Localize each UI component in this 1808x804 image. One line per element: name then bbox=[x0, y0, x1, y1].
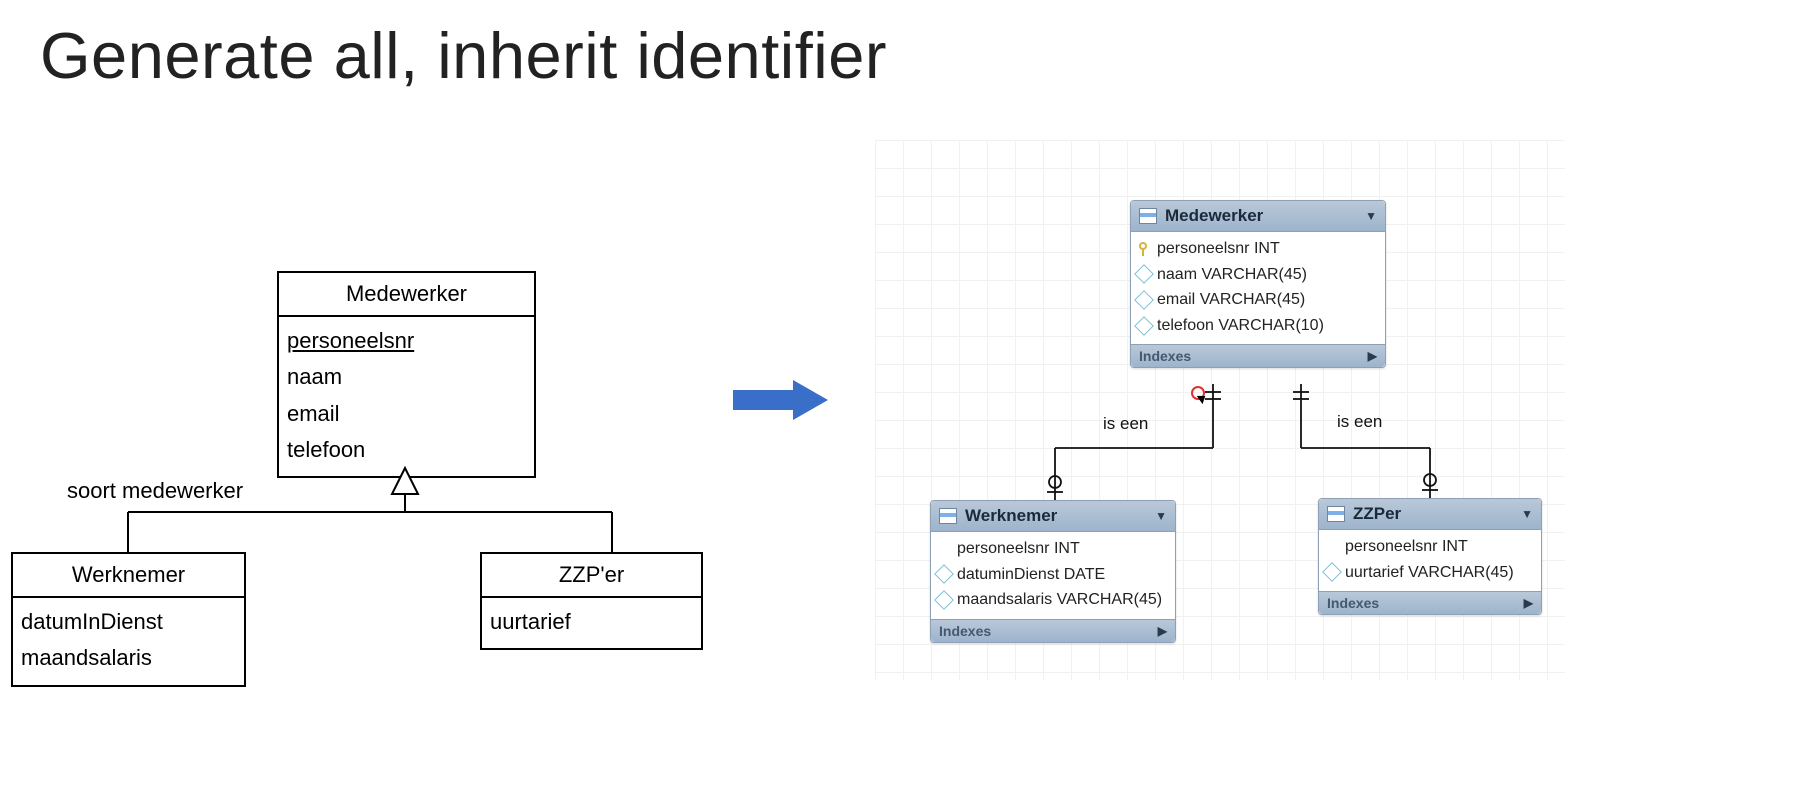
db-column[interactable]: maandsalaris VARCHAR(45) bbox=[937, 587, 1169, 613]
chevron-down-icon[interactable]: ▼ bbox=[1155, 509, 1167, 523]
uml-attr: uurtarief bbox=[490, 604, 693, 640]
diamond-icon bbox=[1322, 562, 1342, 582]
db-column[interactable]: uurtarief VARCHAR(45) bbox=[1325, 560, 1535, 586]
uml-class-name: Werknemer bbox=[13, 554, 244, 598]
relation-label-left: is een bbox=[1103, 414, 1148, 434]
db-column-text: datuminDienst DATE bbox=[957, 562, 1105, 588]
db-column[interactable]: telefoon VARCHAR(10) bbox=[1137, 313, 1379, 339]
db-table-footer[interactable]: Indexes ▶ bbox=[1131, 344, 1385, 367]
db-column[interactable]: personeelsnr INT bbox=[1137, 236, 1379, 262]
uml-class-attributes: uurtarief bbox=[482, 598, 701, 648]
db-column-text: personeelsnr INT bbox=[957, 536, 1080, 562]
indexes-label: Indexes bbox=[939, 623, 991, 639]
db-column[interactable]: personeelsnr INT bbox=[937, 536, 1169, 562]
db-column[interactable]: personeelsnr INT bbox=[1325, 534, 1535, 560]
uml-attr: datumInDienst bbox=[21, 604, 236, 640]
db-table-name: ZZPer bbox=[1353, 504, 1513, 524]
uml-attr: maandsalaris bbox=[21, 640, 236, 676]
db-column-text: email VARCHAR(45) bbox=[1157, 287, 1305, 313]
diamond-icon bbox=[934, 564, 954, 584]
uml-class-werknemer: Werknemer datumInDienst maandsalaris bbox=[11, 552, 246, 687]
uml-attr: email bbox=[287, 396, 526, 432]
db-table-medewerker[interactable]: Medewerker ▼ personeelsnr INT naam VARCH… bbox=[1130, 200, 1386, 368]
table-icon bbox=[939, 508, 957, 524]
uml-attr: naam bbox=[287, 359, 526, 395]
uml-discriminator-label: soort medewerker bbox=[67, 478, 243, 504]
chevron-right-icon[interactable]: ▶ bbox=[1524, 596, 1533, 610]
db-column[interactable]: datuminDienst DATE bbox=[937, 562, 1169, 588]
db-table-footer[interactable]: Indexes ▶ bbox=[931, 619, 1175, 642]
uml-class-attributes: datumInDienst maandsalaris bbox=[13, 598, 244, 685]
db-table-columns: personeelsnr INT datuminDienst DATE maan… bbox=[931, 532, 1175, 619]
diamond-icon bbox=[1134, 264, 1154, 284]
db-table-zzper[interactable]: ZZPer ▼ personeelsnr INT uurtarief VARCH… bbox=[1318, 498, 1542, 615]
db-column-text: personeelsnr INT bbox=[1157, 236, 1280, 262]
diamond-icon bbox=[1134, 316, 1154, 336]
db-column-text: uurtarief VARCHAR(45) bbox=[1345, 560, 1514, 586]
uml-attr: telefoon bbox=[287, 432, 526, 468]
db-column-text: naam VARCHAR(45) bbox=[1157, 262, 1307, 288]
db-column-text: maandsalaris VARCHAR(45) bbox=[957, 587, 1162, 613]
indexes-label: Indexes bbox=[1327, 595, 1379, 611]
db-column-text: telefoon VARCHAR(10) bbox=[1157, 313, 1324, 339]
db-table-name: Medewerker bbox=[1165, 206, 1357, 226]
table-icon bbox=[1139, 208, 1157, 224]
key-icon bbox=[1137, 242, 1151, 256]
db-table-header[interactable]: ZZPer ▼ bbox=[1319, 499, 1541, 530]
db-table-footer[interactable]: Indexes ▶ bbox=[1319, 591, 1541, 614]
db-table-header[interactable]: Medewerker ▼ bbox=[1131, 201, 1385, 232]
indexes-label: Indexes bbox=[1139, 348, 1191, 364]
page-title: Generate all, inherit identifier bbox=[40, 18, 887, 93]
db-table-name: Werknemer bbox=[965, 506, 1147, 526]
cursor-icon bbox=[1197, 392, 1208, 404]
chevron-right-icon[interactable]: ▶ bbox=[1368, 349, 1377, 363]
uml-attr: personeelsnr bbox=[287, 323, 526, 359]
chevron-down-icon[interactable]: ▼ bbox=[1365, 209, 1377, 223]
table-icon bbox=[1327, 506, 1345, 522]
transform-arrow-icon bbox=[733, 380, 833, 420]
relation-label-right: is een bbox=[1337, 412, 1382, 432]
db-table-header[interactable]: Werknemer ▼ bbox=[931, 501, 1175, 532]
chevron-down-icon[interactable]: ▼ bbox=[1521, 507, 1533, 521]
diamond-icon bbox=[934, 590, 954, 610]
uml-class-zzper: ZZP'er uurtarief bbox=[480, 552, 703, 650]
uml-class-attributes: personeelsnr naam email telefoon bbox=[279, 317, 534, 476]
uml-class-name: Medewerker bbox=[279, 273, 534, 317]
db-diagram-panel: Medewerker ▼ personeelsnr INT naam VARCH… bbox=[875, 140, 1565, 680]
db-table-columns: personeelsnr INT uurtarief VARCHAR(45) bbox=[1319, 530, 1541, 591]
db-table-werknemer[interactable]: Werknemer ▼ personeelsnr INT datuminDien… bbox=[930, 500, 1176, 643]
uml-class-name: ZZP'er bbox=[482, 554, 701, 598]
db-column[interactable]: naam VARCHAR(45) bbox=[1137, 262, 1379, 288]
diamond-icon bbox=[1134, 290, 1154, 310]
chevron-right-icon[interactable]: ▶ bbox=[1158, 624, 1167, 638]
db-table-columns: personeelsnr INT naam VARCHAR(45) email … bbox=[1131, 232, 1385, 344]
uml-class-medewerker: Medewerker personeelsnr naam email telef… bbox=[277, 271, 536, 478]
db-column[interactable]: email VARCHAR(45) bbox=[1137, 287, 1379, 313]
db-column-text: personeelsnr INT bbox=[1345, 534, 1468, 560]
